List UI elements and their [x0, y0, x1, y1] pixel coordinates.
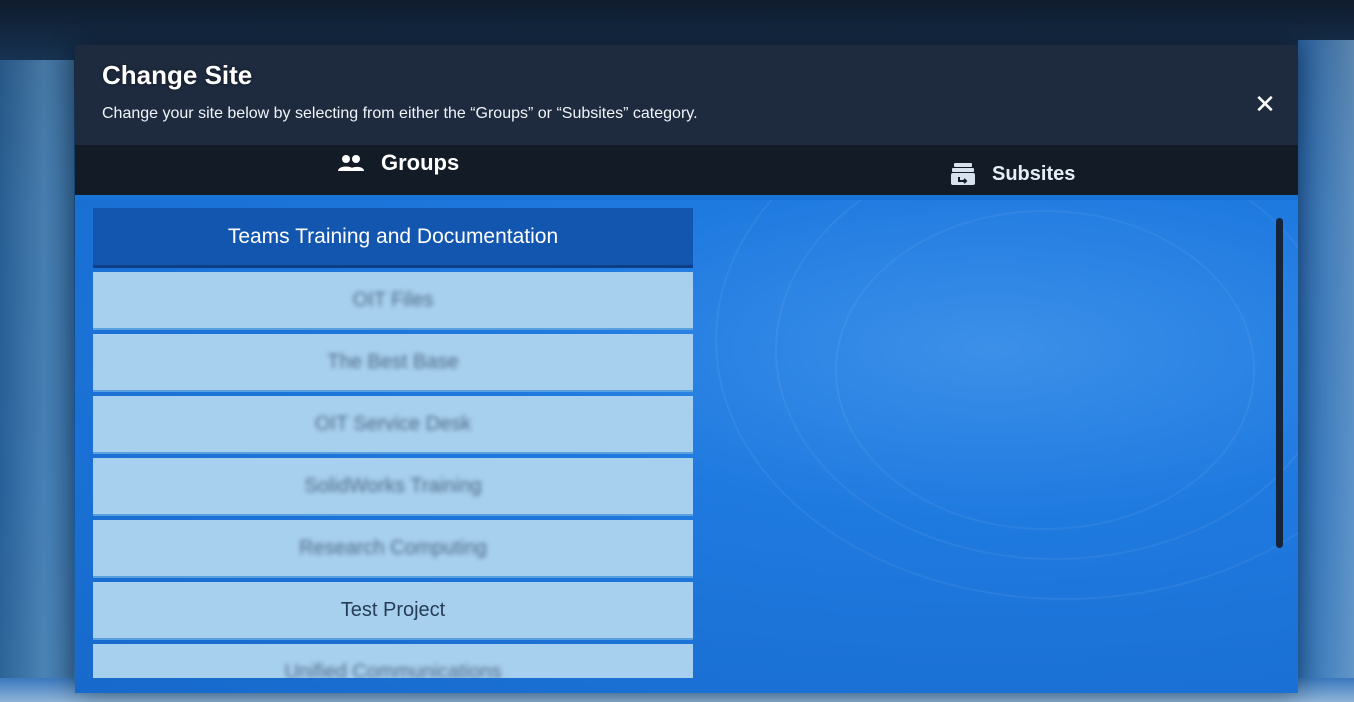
list-item[interactable]: Unified Communications — [93, 644, 693, 678]
subsites-icon — [950, 162, 976, 186]
tab-subsites[interactable]: Subsites — [950, 149, 1075, 199]
background-swirl — [835, 210, 1255, 530]
background-left-edge — [0, 60, 74, 702]
list-item-label: The Best Base — [327, 351, 459, 373]
list-item[interactable]: Test Project — [93, 582, 693, 640]
dialog-title: Change Site — [102, 60, 253, 90]
list-item[interactable]: SolidWorks Training — [93, 458, 693, 516]
dialog-header: Change Site Change your site below by se… — [75, 45, 1298, 145]
list-item-label: Unified Communications — [284, 661, 502, 678]
list-item[interactable]: The Best Base — [93, 334, 693, 392]
list-item-label: Research Computing — [299, 537, 487, 559]
tab-groups-label: Groups — [381, 150, 460, 175]
tab-subsites-label: Subsites — [992, 162, 1076, 185]
list-item-label: Test Project — [340, 599, 446, 621]
list-item[interactable]: OIT Files — [93, 272, 693, 330]
list-item-label: SolidWorks Training — [304, 475, 482, 497]
list-item[interactable]: Research Computing — [93, 520, 693, 578]
people-icon — [337, 153, 365, 173]
list-item[interactable]: OIT Service Desk — [93, 396, 693, 454]
dialog-content: Teams Training and Documentation OIT Fil… — [75, 200, 1298, 693]
close-button[interactable]: ✕ — [1252, 91, 1278, 117]
tab-groups[interactable]: Groups — [337, 138, 459, 188]
list-item-label: OIT Service Desk — [314, 413, 472, 435]
background-right-edge — [1298, 40, 1354, 702]
scrollbar[interactable] — [1276, 218, 1283, 548]
group-list: Teams Training and Documentation OIT Fil… — [93, 208, 693, 678]
list-item-label: OIT Files — [352, 289, 434, 311]
category-tabs: Groups Subsites — [75, 145, 1298, 195]
dialog-subtitle: Change your site below by selecting from… — [102, 105, 698, 122]
change-site-dialog: Change Site Change your site below by se… — [75, 45, 1298, 693]
close-icon: ✕ — [1254, 89, 1276, 119]
group-list-header: Teams Training and Documentation — [93, 208, 693, 268]
